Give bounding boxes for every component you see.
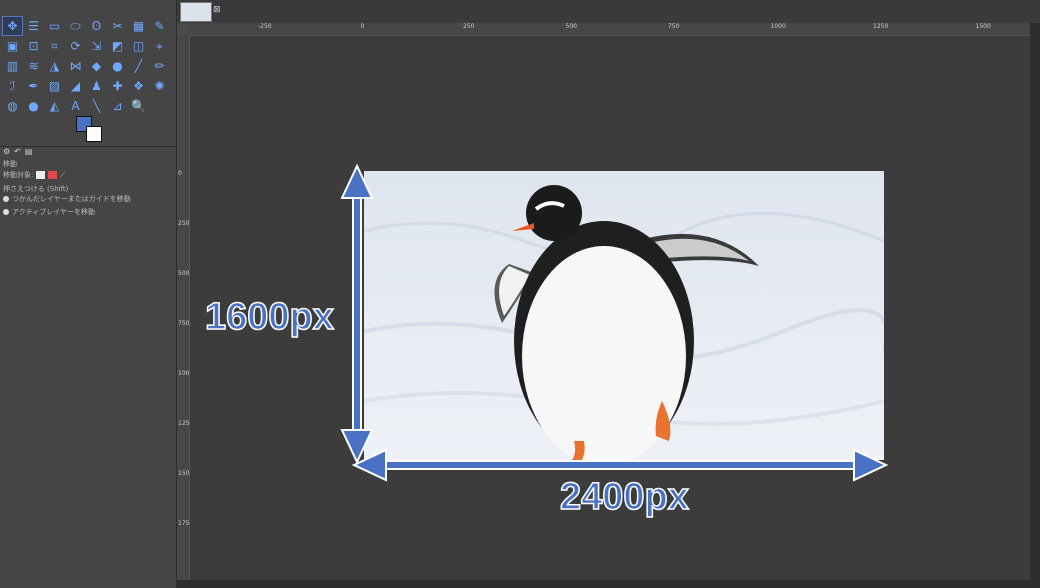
horizontal-scrollbar[interactable] (177, 580, 1030, 588)
arrow-right-icon (853, 448, 889, 482)
arrow-down-icon (340, 429, 374, 465)
width-label: 2400px (559, 475, 689, 519)
dimension-annotations (340, 163, 889, 482)
vertical-scrollbar[interactable] (1030, 23, 1040, 588)
arrow-up-icon (340, 163, 374, 199)
height-label: 1600px (204, 295, 334, 339)
